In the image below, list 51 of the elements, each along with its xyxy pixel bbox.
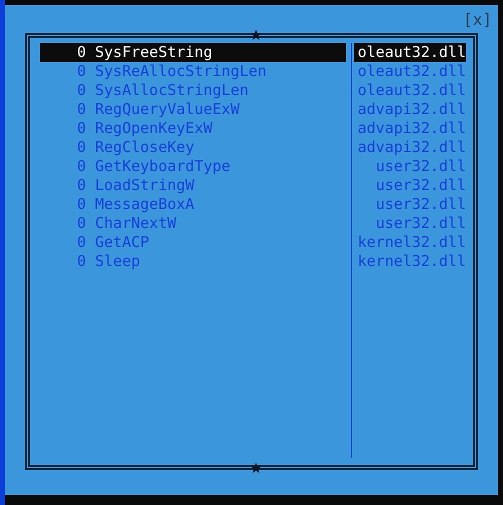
function-row[interactable]: 0 GetKeyboardType xyxy=(40,157,346,176)
function-name: CharNextW xyxy=(95,214,176,233)
module-name[interactable]: advapi32.dll xyxy=(354,119,466,138)
module-name[interactable]: user32.dll xyxy=(354,195,466,214)
count-text: 0 xyxy=(76,100,86,119)
function-row[interactable]: 0 RegOpenKeyExW xyxy=(40,119,346,138)
module-name[interactable]: user32.dll xyxy=(354,214,466,233)
function-name: SysReAllocStringLen xyxy=(95,62,267,81)
close-button[interactable]: [x] xyxy=(463,7,492,33)
count-text: 0 xyxy=(76,62,86,81)
count-text: 0 xyxy=(76,81,86,100)
function-row[interactable]: 0 GetACP xyxy=(40,233,346,252)
count-text: 0 xyxy=(76,157,86,176)
count-text: 0 xyxy=(76,43,86,62)
function-name: MessageBoxA xyxy=(95,195,194,214)
function-name: GetKeyboardType xyxy=(95,157,230,176)
star-icon xyxy=(250,29,262,41)
function-row[interactable]: 0 RegCloseKey xyxy=(40,138,346,157)
module-name[interactable]: user32.dll xyxy=(354,157,466,176)
count-text: 0 xyxy=(76,252,86,271)
function-name: RegOpenKeyExW xyxy=(95,119,212,138)
module-name[interactable]: advapi32.dll xyxy=(354,138,466,157)
function-name: RegCloseKey xyxy=(95,138,194,157)
module-name[interactable]: oleaut32.dll xyxy=(354,81,466,100)
function-row[interactable]: 0 MessageBoxA xyxy=(40,195,346,214)
count-text: 0 xyxy=(76,119,86,138)
function-name: LoadStringW xyxy=(95,176,194,195)
function-row[interactable]: 0 LoadStringW xyxy=(40,176,346,195)
function-name: SysAllocStringLen xyxy=(95,81,249,100)
module-name[interactable]: advapi32.dll xyxy=(354,100,466,119)
function-row[interactable]: 0 RegQueryValueExW xyxy=(40,100,346,119)
count-text: 0 xyxy=(76,233,86,252)
count-text: 0 xyxy=(76,195,86,214)
function-name: SysFreeString xyxy=(95,43,212,62)
function-name: GetACP xyxy=(95,233,150,252)
function-row[interactable]: 0 SysAllocStringLen xyxy=(40,81,346,100)
module-name[interactable]: oleaut32.dll xyxy=(354,43,466,62)
module-name[interactable]: kernel32.dll xyxy=(354,233,466,252)
count-text: 0 xyxy=(76,138,86,157)
function-row[interactable]: 0 CharNextW xyxy=(40,214,346,233)
function-name: RegQueryValueExW xyxy=(95,100,240,119)
module-name[interactable]: user32.dll xyxy=(354,176,466,195)
star-icon xyxy=(250,462,262,474)
function-row[interactable]: 0 Sleep xyxy=(40,252,346,271)
count-text: 0 xyxy=(76,176,86,195)
function-row[interactable]: 0 SysReAllocStringLen xyxy=(40,62,346,81)
function-row[interactable]: 0 SysFreeString xyxy=(40,43,346,62)
module-name[interactable]: kernel32.dll xyxy=(354,252,466,271)
function-name: Sleep xyxy=(95,252,140,271)
module-name[interactable]: oleaut32.dll xyxy=(354,62,466,81)
count-text: 0 xyxy=(76,214,86,233)
